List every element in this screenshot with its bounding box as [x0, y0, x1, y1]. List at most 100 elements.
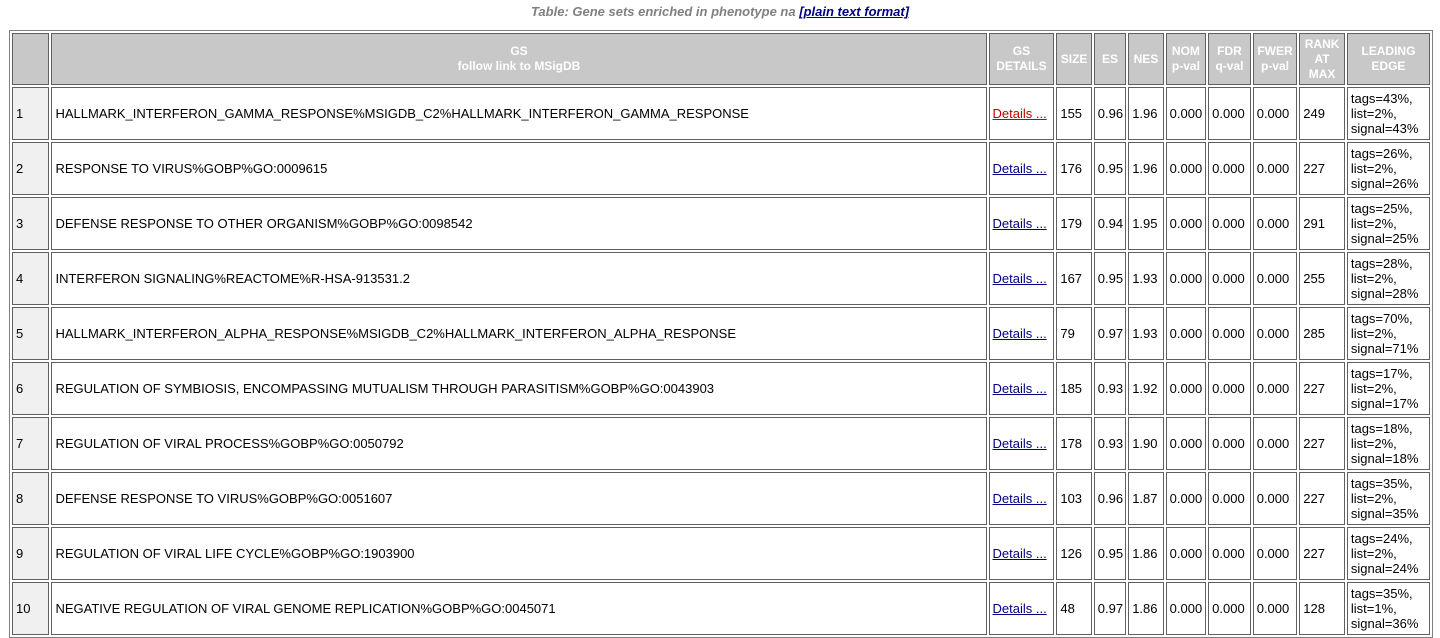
table-header-row: GS follow link to MSigDB GS DETAILS SIZE… [12, 33, 1430, 85]
fdr-qval-cell: 0.000 [1208, 87, 1251, 140]
details-cell: Details ... [988, 582, 1055, 635]
details-cell: Details ... [988, 417, 1055, 470]
table-row: 1 HALLMARK_INTERFERON_GAMMA_RESPONSE%MSIG… [12, 87, 1430, 140]
leading-edge-list: list=2%, [1350, 216, 1397, 231]
leading-edge-signal: signal=71% [1350, 341, 1419, 356]
leading-edge-cell: tags=35%, list=1%, signal=36% [1346, 582, 1430, 635]
fdr-qval-cell: 0.000 [1208, 417, 1251, 470]
rank-at-max-cell: 255 [1299, 252, 1345, 305]
size-cell: 167 [1056, 252, 1092, 305]
table-row: 6 REGULATION OF SYMBIOSIS, ENCOMPASSING M… [12, 362, 1430, 415]
gene-set-name: REGULATION OF SYMBIOSIS, ENCOMPASSING MU… [51, 362, 987, 415]
rank-cell: 9 [12, 527, 50, 580]
leading-edge-tags: tags=17%, [1350, 366, 1413, 381]
details-cell: Details ... [988, 472, 1055, 525]
leading-edge-signal: signal=43% [1350, 121, 1419, 136]
fdr-qval-cell: 0.000 [1208, 527, 1251, 580]
size-cell: 178 [1056, 417, 1092, 470]
gene-set-name: INTERFERON SIGNALING%REACTOME%R-HSA-9135… [51, 252, 987, 305]
table-body: 1 HALLMARK_INTERFERON_GAMMA_RESPONSE%MSIG… [12, 87, 1430, 635]
header-fdr-qval: FDR q-val [1208, 33, 1251, 85]
details-link[interactable]: Details ... [993, 436, 1047, 451]
rank-cell: 6 [12, 362, 50, 415]
gene-set-name: HALLMARK_INTERFERON_ALPHA_RESPONSE%MSIGD… [51, 307, 987, 360]
details-link[interactable]: Details ... [993, 601, 1047, 616]
size-cell: 185 [1056, 362, 1092, 415]
details-link[interactable]: Details ... [993, 106, 1047, 121]
leading-edge-tags: tags=43%, [1350, 91, 1413, 106]
details-link[interactable]: Details ... [993, 546, 1047, 561]
gene-set-name: REGULATION OF VIRAL PROCESS%GOBP%GO:0050… [51, 417, 987, 470]
rank-cell: 7 [12, 417, 50, 470]
fdr-qval-cell: 0.000 [1208, 582, 1251, 635]
size-cell: 103 [1056, 472, 1092, 525]
es-cell: 0.93 [1093, 362, 1127, 415]
rank-cell: 8 [12, 472, 50, 525]
nom-pval-cell: 0.000 [1165, 307, 1207, 360]
size-cell: 126 [1056, 527, 1092, 580]
leading-edge-signal: signal=18% [1350, 451, 1419, 466]
fwer-pval-cell: 0.000 [1252, 142, 1298, 195]
nom-pval-cell: 0.000 [1165, 417, 1207, 470]
gene-set-name: RESPONSE TO VIRUS%GOBP%GO:0009615 [51, 142, 987, 195]
fwer-pval-cell: 0.000 [1252, 362, 1298, 415]
details-link[interactable]: Details ... [993, 271, 1047, 286]
details-link[interactable]: Details ... [993, 161, 1047, 176]
details-link[interactable]: Details ... [993, 491, 1047, 506]
rank-cell: 4 [12, 252, 50, 305]
fwer-pval-cell: 0.000 [1252, 417, 1298, 470]
details-cell: Details ... [988, 307, 1055, 360]
leading-edge-signal: signal=26% [1350, 176, 1419, 191]
leading-edge-tags: tags=24%, [1350, 531, 1413, 546]
leading-edge-list: list=2%, [1350, 381, 1397, 396]
gene-set-name: DEFENSE RESPONSE TO VIRUS%GOBP%GO:005160… [51, 472, 987, 525]
details-link[interactable]: Details ... [993, 216, 1047, 231]
table-row: 2 RESPONSE TO VIRUS%GOBP%GO:0009615 Detail… [12, 142, 1430, 195]
caption-text: Table: Gene sets enriched in phenotype n… [530, 4, 796, 19]
nes-cell: 1.86 [1128, 527, 1164, 580]
details-cell: Details ... [988, 527, 1055, 580]
table-row: 4 INTERFERON SIGNALING%REACTOME%R-HSA-913… [12, 252, 1430, 305]
leading-edge-tags: tags=35%, [1350, 586, 1413, 601]
fwer-pval-cell: 0.000 [1252, 87, 1298, 140]
details-link[interactable]: Details ... [993, 326, 1047, 341]
leading-edge-signal: signal=28% [1350, 286, 1419, 301]
leading-edge-cell: tags=25%, list=2%, signal=25% [1346, 197, 1430, 250]
rank-cell: 2 [12, 142, 50, 195]
rank-at-max-cell: 227 [1299, 527, 1345, 580]
leading-edge-list: list=2%, [1350, 161, 1397, 176]
leading-edge-signal: signal=24% [1350, 561, 1419, 576]
nom-pval-cell: 0.000 [1165, 142, 1207, 195]
size-cell: 176 [1056, 142, 1092, 195]
leading-edge-cell: tags=24%, list=2%, signal=24% [1346, 527, 1430, 580]
nes-cell: 1.90 [1128, 417, 1164, 470]
rank-at-max-cell: 227 [1299, 417, 1345, 470]
table-row: 5 HALLMARK_INTERFERON_ALPHA_RESPONSE%MSIG… [12, 307, 1430, 360]
plain-text-format-link[interactable]: [plain text format] [799, 4, 909, 19]
header-rank-at-max: RANK AT MAX [1299, 33, 1345, 85]
nom-pval-cell: 0.000 [1165, 87, 1207, 140]
size-cell: 155 [1056, 87, 1092, 140]
leading-edge-cell: tags=17%, list=2%, signal=17% [1346, 362, 1430, 415]
es-cell: 0.97 [1093, 582, 1127, 635]
leading-edge-cell: tags=70%, list=2%, signal=71% [1346, 307, 1430, 360]
fdr-qval-cell: 0.000 [1208, 307, 1251, 360]
fdr-qval-cell: 0.000 [1208, 197, 1251, 250]
es-cell: 0.96 [1093, 87, 1127, 140]
details-link[interactable]: Details ... [993, 381, 1047, 396]
table-row: 7 REGULATION OF VIRAL PROCESS%GOBP%GO:005… [12, 417, 1430, 470]
rank-at-max-cell: 285 [1299, 307, 1345, 360]
details-cell: Details ... [988, 252, 1055, 305]
fwer-pval-cell: 0.000 [1252, 527, 1298, 580]
leading-edge-cell: tags=43%, list=2%, signal=43% [1346, 87, 1430, 140]
fwer-pval-cell: 0.000 [1252, 307, 1298, 360]
rank-cell: 1 [12, 87, 50, 140]
size-cell: 79 [1056, 307, 1092, 360]
leading-edge-list: list=1%, [1350, 601, 1397, 616]
rank-at-max-cell: 227 [1299, 362, 1345, 415]
leading-edge-cell: tags=26%, list=2%, signal=26% [1346, 142, 1430, 195]
leading-edge-tags: tags=35%, [1350, 476, 1413, 491]
leading-edge-cell: tags=28%, list=2%, signal=28% [1346, 252, 1430, 305]
es-cell: 0.94 [1093, 197, 1127, 250]
rank-cell: 5 [12, 307, 50, 360]
